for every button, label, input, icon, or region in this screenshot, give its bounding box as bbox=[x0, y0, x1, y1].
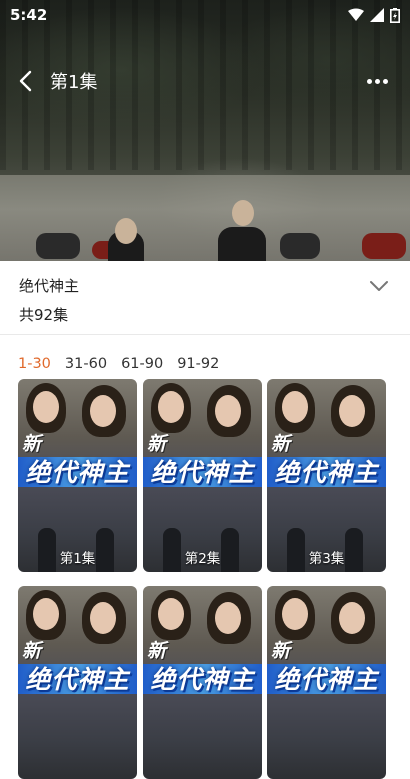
video-frame-person bbox=[218, 227, 266, 261]
episode-card[interactable]: 新 绝代神主 第2集 bbox=[143, 379, 262, 572]
more-icon bbox=[382, 78, 388, 84]
thumbnail-badge: 新 bbox=[22, 433, 42, 455]
wifi-icon bbox=[348, 8, 364, 21]
more-button[interactable] bbox=[362, 66, 392, 96]
drama-info: 绝代神主 共92集 bbox=[0, 261, 410, 335]
video-frame-motorbike bbox=[362, 233, 406, 259]
status-icons bbox=[348, 7, 400, 23]
thumbnail-logo: 绝代神主 bbox=[274, 458, 379, 487]
tab-range-61-90[interactable]: 61-90 bbox=[121, 356, 163, 372]
thumbnail-logo: 绝代神主 bbox=[25, 665, 130, 694]
thumbnail-badge: 新 bbox=[147, 640, 167, 662]
episode-count: 共92集 bbox=[19, 306, 69, 324]
episode-card[interactable]: 新 绝代神主 第1集 bbox=[18, 379, 137, 572]
thumbnail-badge: 新 bbox=[22, 640, 42, 662]
signal-icon bbox=[370, 8, 384, 22]
battery-icon bbox=[390, 7, 400, 23]
player-top-bar: 第1集 bbox=[0, 62, 410, 100]
expand-button[interactable] bbox=[366, 275, 392, 297]
video-frame-motorbike bbox=[36, 233, 80, 259]
episode-label: 第1集 bbox=[59, 551, 96, 567]
episode-label: 第3集 bbox=[308, 551, 345, 567]
thumbnail-badge: 新 bbox=[271, 640, 291, 662]
episode-label: 第2集 bbox=[184, 551, 221, 567]
status-bar: 5:42 bbox=[0, 0, 410, 30]
thumbnail-logo: 绝代神主 bbox=[274, 665, 379, 694]
back-button[interactable] bbox=[0, 62, 50, 100]
thumbnail-logo: 绝代神主 bbox=[150, 458, 255, 487]
status-time: 5:42 bbox=[10, 6, 48, 24]
video-player[interactable]: 5:42 第1集 bbox=[0, 0, 410, 261]
episode-title: 第1集 bbox=[50, 72, 98, 93]
chevron-down-icon bbox=[370, 281, 388, 291]
episode-range-tabs: 1-30 31-60 61-90 91-92 bbox=[0, 349, 410, 379]
video-frame-motorbike bbox=[280, 233, 320, 259]
more-icon bbox=[366, 78, 372, 84]
video-frame-head bbox=[232, 200, 254, 226]
episode-card[interactable]: 新 绝代神主 bbox=[18, 586, 137, 779]
more-icon bbox=[374, 78, 380, 84]
episode-card[interactable]: 新 绝代神主 bbox=[143, 586, 262, 779]
thumbnail-logo: 绝代神主 bbox=[150, 665, 255, 694]
episode-card[interactable]: 新 绝代神主 第3集 bbox=[267, 379, 386, 572]
tab-range-1-30[interactable]: 1-30 bbox=[18, 356, 51, 372]
tab-range-91-92[interactable]: 91-92 bbox=[177, 356, 219, 372]
thumbnail-logo: 绝代神主 bbox=[25, 458, 130, 487]
thumbnail-badge: 新 bbox=[271, 433, 291, 455]
tab-range-31-60[interactable]: 31-60 bbox=[65, 356, 107, 372]
episode-card[interactable]: 新 绝代神主 bbox=[267, 586, 386, 779]
drama-title: 绝代神主 bbox=[19, 277, 80, 295]
back-arrow-icon bbox=[19, 70, 32, 92]
video-frame-head bbox=[115, 218, 137, 244]
thumbnail-badge: 新 bbox=[147, 433, 167, 455]
